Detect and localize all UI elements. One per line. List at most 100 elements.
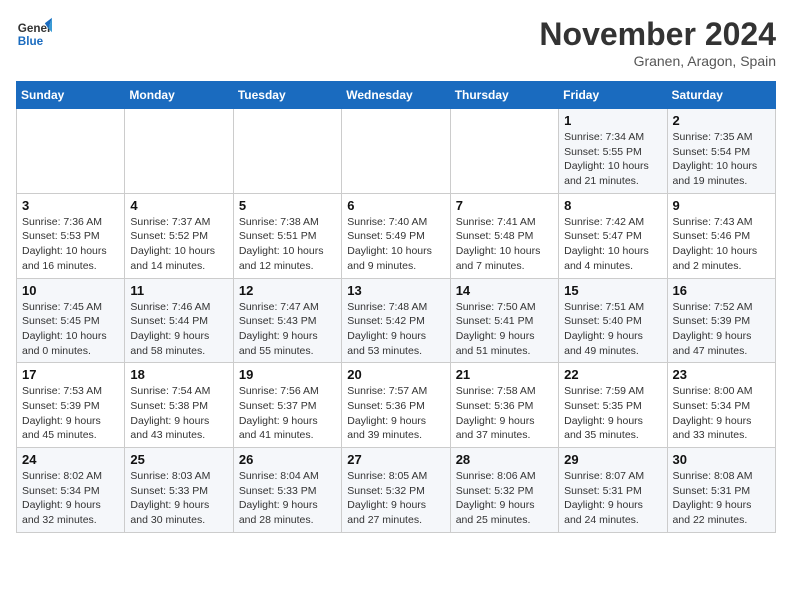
day-info: Sunrise: 7:48 AM Sunset: 5:42 PM Dayligh…	[347, 300, 444, 359]
day-info: Sunrise: 8:06 AM Sunset: 5:32 PM Dayligh…	[456, 469, 553, 528]
calendar-table: SundayMondayTuesdayWednesdayThursdayFrid…	[16, 81, 776, 533]
logo-icon: General Blue	[16, 16, 52, 52]
day-info: Sunrise: 7:59 AM Sunset: 5:35 PM Dayligh…	[564, 384, 661, 443]
calendar-cell: 15 Sunrise: 7:51 AM Sunset: 5:40 PM Dayli…	[559, 278, 667, 363]
calendar-week-4: 24 Sunrise: 8:02 AM Sunset: 5:34 PM Dayli…	[17, 448, 776, 533]
day-number: 10	[22, 283, 119, 298]
calendar-cell: 7 Sunrise: 7:41 AM Sunset: 5:48 PM Daylig…	[450, 193, 558, 278]
day-number: 20	[347, 367, 444, 382]
day-info: Sunrise: 7:46 AM Sunset: 5:44 PM Dayligh…	[130, 300, 227, 359]
day-number: 15	[564, 283, 661, 298]
calendar-cell: 9 Sunrise: 7:43 AM Sunset: 5:46 PM Daylig…	[667, 193, 775, 278]
calendar-cell: 20 Sunrise: 7:57 AM Sunset: 5:36 PM Dayli…	[342, 363, 450, 448]
day-info: Sunrise: 7:41 AM Sunset: 5:48 PM Dayligh…	[456, 215, 553, 274]
calendar-cell: 2 Sunrise: 7:35 AM Sunset: 5:54 PM Daylig…	[667, 109, 775, 194]
calendar-cell: 11 Sunrise: 7:46 AM Sunset: 5:44 PM Dayli…	[125, 278, 233, 363]
day-number: 17	[22, 367, 119, 382]
day-number: 13	[347, 283, 444, 298]
day-number: 9	[673, 198, 770, 213]
calendar-cell: 12 Sunrise: 7:47 AM Sunset: 5:43 PM Dayli…	[233, 278, 341, 363]
day-info: Sunrise: 8:07 AM Sunset: 5:31 PM Dayligh…	[564, 469, 661, 528]
calendar-cell: 28 Sunrise: 8:06 AM Sunset: 5:32 PM Dayli…	[450, 448, 558, 533]
calendar-body: 1Sunrise: 7:34 AM Sunset: 5:55 PM Daylig…	[17, 109, 776, 533]
calendar-cell: 21 Sunrise: 7:58 AM Sunset: 5:36 PM Dayli…	[450, 363, 558, 448]
day-number: 30	[673, 452, 770, 467]
calendar-cell: 1Sunrise: 7:34 AM Sunset: 5:55 PM Daylig…	[559, 109, 667, 194]
calendar-week-3: 17 Sunrise: 7:53 AM Sunset: 5:39 PM Dayli…	[17, 363, 776, 448]
day-number: 28	[456, 452, 553, 467]
weekday-header-monday: Monday	[125, 82, 233, 109]
day-number: 29	[564, 452, 661, 467]
day-info: Sunrise: 7:58 AM Sunset: 5:36 PM Dayligh…	[456, 384, 553, 443]
month-title: November 2024	[539, 16, 776, 53]
day-info: Sunrise: 7:35 AM Sunset: 5:54 PM Dayligh…	[673, 130, 770, 189]
logo: General Blue	[16, 16, 52, 52]
day-info: Sunrise: 8:05 AM Sunset: 5:32 PM Dayligh…	[347, 469, 444, 528]
day-number: 14	[456, 283, 553, 298]
day-number: 22	[564, 367, 661, 382]
calendar-cell: 25 Sunrise: 8:03 AM Sunset: 5:33 PM Dayli…	[125, 448, 233, 533]
day-number: 25	[130, 452, 227, 467]
day-info: Sunrise: 7:54 AM Sunset: 5:38 PM Dayligh…	[130, 384, 227, 443]
day-number: 4	[130, 198, 227, 213]
day-number: 11	[130, 283, 227, 298]
calendar-cell: 4Sunrise: 7:37 AM Sunset: 5:52 PM Daylig…	[125, 193, 233, 278]
calendar-cell: 3Sunrise: 7:36 AM Sunset: 5:53 PM Daylig…	[17, 193, 125, 278]
calendar-cell: 6Sunrise: 7:40 AM Sunset: 5:49 PM Daylig…	[342, 193, 450, 278]
calendar-cell: 26 Sunrise: 8:04 AM Sunset: 5:33 PM Dayli…	[233, 448, 341, 533]
day-info: Sunrise: 7:53 AM Sunset: 5:39 PM Dayligh…	[22, 384, 119, 443]
calendar-cell	[342, 109, 450, 194]
weekday-header-wednesday: Wednesday	[342, 82, 450, 109]
calendar-week-2: 10 Sunrise: 7:45 AM Sunset: 5:45 PM Dayli…	[17, 278, 776, 363]
day-info: Sunrise: 8:04 AM Sunset: 5:33 PM Dayligh…	[239, 469, 336, 528]
svg-text:Blue: Blue	[18, 35, 44, 48]
calendar-cell: 16 Sunrise: 7:52 AM Sunset: 5:39 PM Dayli…	[667, 278, 775, 363]
day-number: 23	[673, 367, 770, 382]
calendar-header: SundayMondayTuesdayWednesdayThursdayFrid…	[17, 82, 776, 109]
calendar-week-0: 1Sunrise: 7:34 AM Sunset: 5:55 PM Daylig…	[17, 109, 776, 194]
day-info: Sunrise: 7:57 AM Sunset: 5:36 PM Dayligh…	[347, 384, 444, 443]
day-number: 8	[564, 198, 661, 213]
location-subtitle: Granen, Aragon, Spain	[539, 53, 776, 69]
weekday-header-row: SundayMondayTuesdayWednesdayThursdayFrid…	[17, 82, 776, 109]
day-info: Sunrise: 7:43 AM Sunset: 5:46 PM Dayligh…	[673, 215, 770, 274]
calendar-cell	[125, 109, 233, 194]
calendar-cell: 14Sunrise: 7:50 AM Sunset: 5:41 PM Dayli…	[450, 278, 558, 363]
day-number: 12	[239, 283, 336, 298]
calendar-cell	[233, 109, 341, 194]
calendar-week-1: 3Sunrise: 7:36 AM Sunset: 5:53 PM Daylig…	[17, 193, 776, 278]
day-number: 2	[673, 113, 770, 128]
day-number: 26	[239, 452, 336, 467]
day-number: 7	[456, 198, 553, 213]
calendar-cell: 10 Sunrise: 7:45 AM Sunset: 5:45 PM Dayli…	[17, 278, 125, 363]
day-info: Sunrise: 7:40 AM Sunset: 5:49 PM Dayligh…	[347, 215, 444, 274]
title-block: November 2024 Granen, Aragon, Spain	[539, 16, 776, 69]
day-info: Sunrise: 8:08 AM Sunset: 5:31 PM Dayligh…	[673, 469, 770, 528]
calendar-cell: 18 Sunrise: 7:54 AM Sunset: 5:38 PM Dayli…	[125, 363, 233, 448]
calendar-cell: 22 Sunrise: 7:59 AM Sunset: 5:35 PM Dayli…	[559, 363, 667, 448]
day-info: Sunrise: 7:47 AM Sunset: 5:43 PM Dayligh…	[239, 300, 336, 359]
calendar-cell: 5Sunrise: 7:38 AM Sunset: 5:51 PM Daylig…	[233, 193, 341, 278]
day-number: 1	[564, 113, 661, 128]
calendar-cell: 17 Sunrise: 7:53 AM Sunset: 5:39 PM Dayli…	[17, 363, 125, 448]
calendar-cell: 23 Sunrise: 8:00 AM Sunset: 5:34 PM Dayli…	[667, 363, 775, 448]
day-number: 24	[22, 452, 119, 467]
day-info: Sunrise: 7:36 AM Sunset: 5:53 PM Dayligh…	[22, 215, 119, 274]
day-info: Sunrise: 7:52 AM Sunset: 5:39 PM Dayligh…	[673, 300, 770, 359]
weekday-header-sunday: Sunday	[17, 82, 125, 109]
day-number: 18	[130, 367, 227, 382]
weekday-header-saturday: Saturday	[667, 82, 775, 109]
weekday-header-friday: Friday	[559, 82, 667, 109]
page-header: General Blue November 2024 Granen, Arago…	[16, 16, 776, 69]
day-info: Sunrise: 7:42 AM Sunset: 5:47 PM Dayligh…	[564, 215, 661, 274]
weekday-header-thursday: Thursday	[450, 82, 558, 109]
day-info: Sunrise: 7:51 AM Sunset: 5:40 PM Dayligh…	[564, 300, 661, 359]
day-info: Sunrise: 8:03 AM Sunset: 5:33 PM Dayligh…	[130, 469, 227, 528]
day-info: Sunrise: 7:45 AM Sunset: 5:45 PM Dayligh…	[22, 300, 119, 359]
day-info: Sunrise: 7:38 AM Sunset: 5:51 PM Dayligh…	[239, 215, 336, 274]
day-number: 21	[456, 367, 553, 382]
day-info: Sunrise: 8:00 AM Sunset: 5:34 PM Dayligh…	[673, 384, 770, 443]
day-info: Sunrise: 8:02 AM Sunset: 5:34 PM Dayligh…	[22, 469, 119, 528]
calendar-cell	[17, 109, 125, 194]
day-number: 16	[673, 283, 770, 298]
